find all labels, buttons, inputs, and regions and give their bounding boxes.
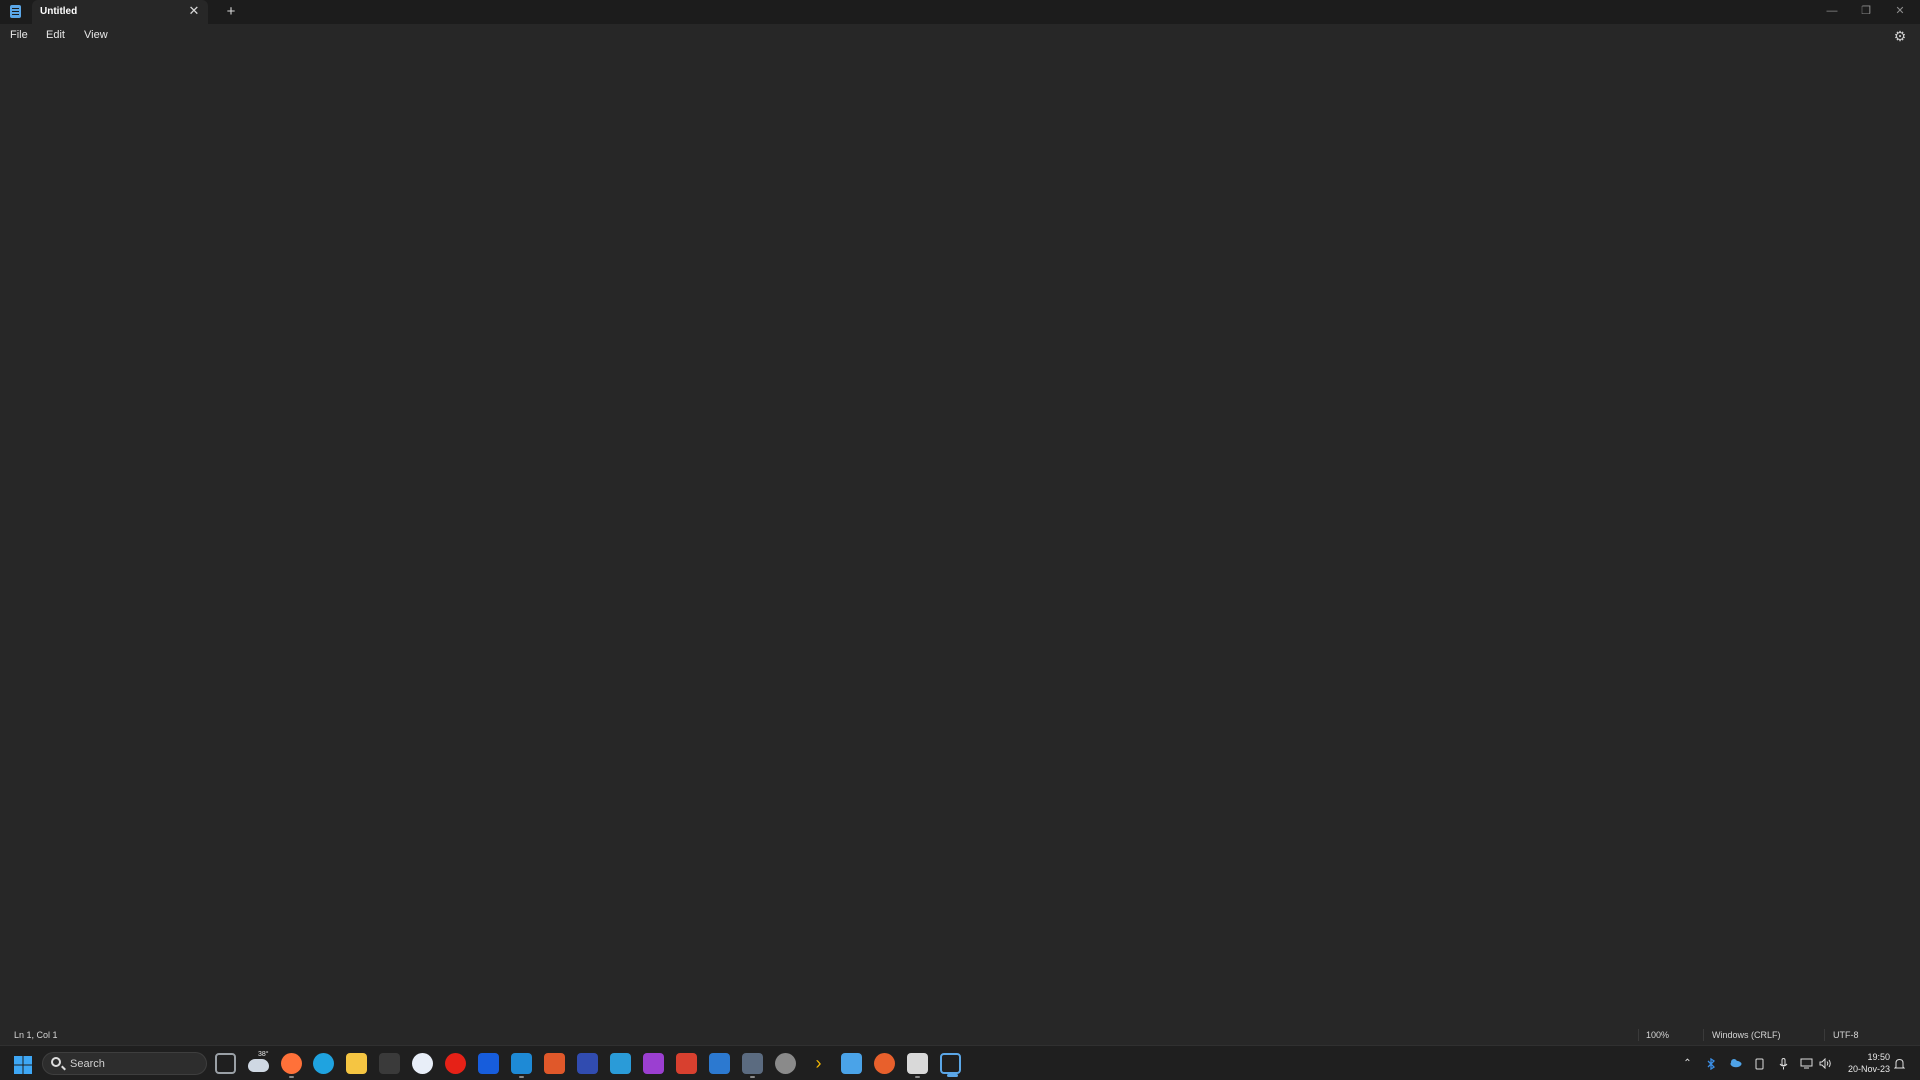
running-indicator: [289, 1076, 294, 1078]
notepad-icon[interactable]: [940, 1053, 961, 1077]
edge-icon[interactable]: [313, 1053, 334, 1074]
chevron-app-icon[interactable]: ›: [808, 1053, 829, 1074]
terminal-icon[interactable]: [379, 1053, 400, 1074]
new-tab-button[interactable]: +: [222, 3, 240, 21]
windows-start-icon[interactable]: [14, 1056, 32, 1074]
clock-date: 20-Nov-23: [1847, 1064, 1890, 1074]
menu-view[interactable]: View: [84, 29, 108, 41]
chevron-up-icon[interactable]: ⌃: [1681, 1058, 1694, 1070]
network-icon[interactable]: [1800, 1058, 1813, 1070]
vscode-icon[interactable]: [511, 1053, 532, 1078]
store-icon[interactable]: [841, 1053, 862, 1074]
weather-icon[interactable]: [248, 1059, 269, 1072]
bluetooth-icon[interactable]: [1705, 1057, 1718, 1071]
search-label: Search: [70, 1058, 105, 1070]
task-view-icon[interactable]: [215, 1053, 236, 1074]
affinity-photo-icon[interactable]: [643, 1053, 664, 1074]
obs-icon[interactable]: [775, 1053, 796, 1074]
search-icon: [51, 1057, 61, 1067]
line-endings[interactable]: Windows (CRLF): [1712, 1030, 1781, 1040]
menu-file[interactable]: File: [10, 29, 28, 41]
davinci-icon[interactable]: [742, 1053, 763, 1078]
affinity-designer-icon[interactable]: [610, 1053, 631, 1074]
weather-temperature: 38°: [258, 1051, 269, 1058]
running-indicator: [915, 1076, 920, 1078]
tab-title: Untitled: [40, 6, 78, 17]
status-divider: [1638, 1029, 1639, 1041]
youtube-music-icon[interactable]: [445, 1053, 466, 1074]
running-indicator: [750, 1076, 755, 1078]
active-app-indicator: [947, 1074, 958, 1077]
affinity-publisher-icon[interactable]: [676, 1053, 697, 1074]
title-bar: Untitled ✕ + — ❐ ✕: [0, 0, 1920, 24]
remote-desktop-icon[interactable]: [907, 1053, 928, 1078]
status-divider: [1703, 1029, 1704, 1041]
office-icon[interactable]: [544, 1053, 565, 1074]
app-circle-icon[interactable]: [412, 1053, 433, 1074]
firefox-icon[interactable]: [281, 1053, 302, 1078]
status-divider: [1824, 1029, 1825, 1041]
orange-circle-app-icon[interactable]: [874, 1053, 895, 1074]
notepad-app-icon: [10, 5, 21, 18]
menu-bar: File Edit View ⚙: [0, 24, 1920, 50]
restore-button[interactable]: ❐: [1849, 0, 1883, 22]
clock-time: 19:50: [1867, 1052, 1890, 1062]
text-editor[interactable]: [0, 50, 1920, 1025]
taskbar-search[interactable]: Search: [42, 1052, 207, 1075]
cursor-position: Ln 1, Col 1: [14, 1030, 58, 1040]
taskbar-clock[interactable]: 19:50 20-Nov-23: [1848, 1051, 1890, 1075]
settings-gear-icon[interactable]: ⚙: [1892, 28, 1908, 44]
notification-bell-icon[interactable]: [1893, 1058, 1906, 1070]
menu-edit[interactable]: Edit: [46, 29, 65, 41]
running-indicator: [519, 1076, 524, 1078]
minimize-button[interactable]: —: [1815, 0, 1849, 22]
bitwarden-icon[interactable]: [478, 1053, 499, 1074]
usb-drive-icon[interactable]: [1753, 1058, 1766, 1070]
file-explorer-icon[interactable]: [346, 1053, 367, 1074]
tab-untitled[interactable]: Untitled ✕: [32, 0, 208, 24]
tab-close-icon[interactable]: ✕: [186, 3, 202, 19]
close-button[interactable]: ✕: [1883, 0, 1917, 22]
volume-icon[interactable]: [1819, 1057, 1832, 1070]
status-bar: Ln 1, Col 1 100% Windows (CRLF) UTF-8: [0, 1025, 1920, 1045]
zoom-level[interactable]: 100%: [1646, 1030, 1669, 1040]
microphone-icon[interactable]: [1777, 1058, 1790, 1070]
onedrive-icon[interactable]: [1729, 1058, 1742, 1070]
kicad-icon[interactable]: [577, 1053, 598, 1074]
encoding[interactable]: UTF-8: [1833, 1030, 1859, 1040]
taskbar: Search › 38° ⌃ 19:50 20-Nov-23: [0, 1045, 1920, 1080]
c-app-icon[interactable]: [709, 1053, 730, 1074]
